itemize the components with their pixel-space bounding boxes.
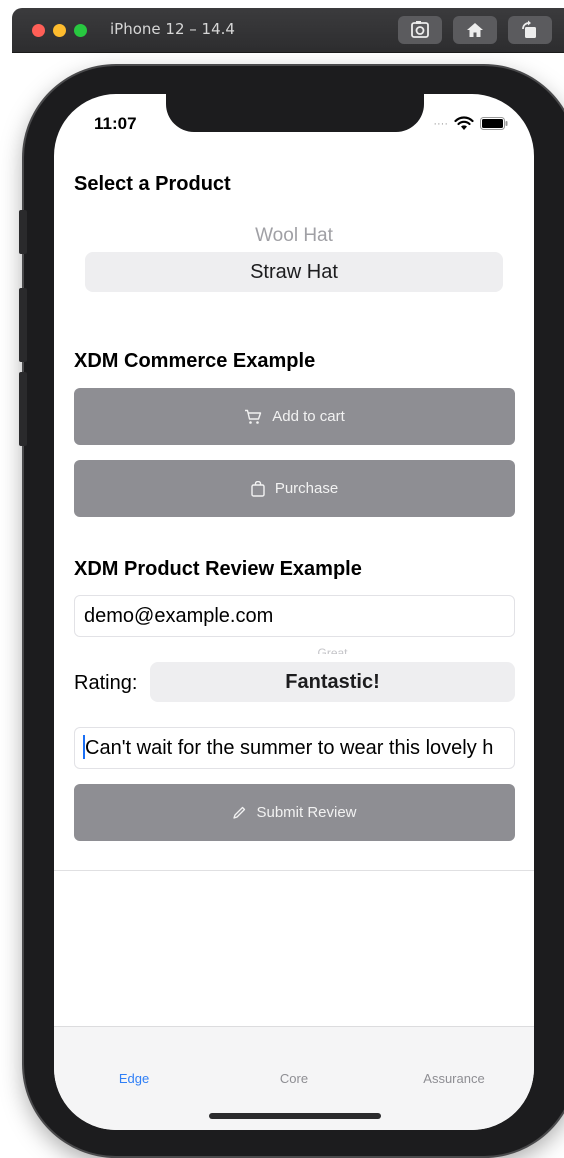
status-icons: ···· [433, 116, 508, 131]
volume-up-button [19, 288, 27, 362]
add-to-cart-label: Add to cart [272, 408, 345, 425]
submit-review-button[interactable]: Submit Review [74, 784, 515, 841]
simulator-title-bar: iPhone 12 – 14.4 [12, 8, 564, 52]
email-field-value: demo@example.com [84, 605, 274, 627]
product-picker-option[interactable]: Wool Hat [54, 225, 534, 247]
content-divider [54, 870, 534, 871]
add-to-cart-button[interactable]: Add to cart [74, 388, 515, 445]
battery-icon [480, 117, 508, 130]
select-product-title: Select a Product [74, 173, 231, 195]
device-notch [166, 94, 424, 132]
commerce-section-title: XDM Commerce Example [74, 350, 316, 372]
home-indicator[interactable] [209, 1113, 381, 1119]
zoom-window-button[interactable] [74, 24, 87, 37]
home-icon [467, 23, 483, 37]
bag-icon [251, 480, 265, 497]
product-picker-selected[interactable]: Straw Hat [85, 252, 503, 292]
tab-bar: Edge Core Assurance [54, 1026, 534, 1130]
rotate-icon [522, 20, 536, 38]
tab-assurance[interactable]: Assurance [374, 1071, 534, 1086]
close-window-button[interactable] [32, 24, 45, 37]
volume-down-button [19, 372, 27, 446]
email-field[interactable]: demo@example.com [74, 595, 515, 637]
review-section-title: XDM Product Review Example [74, 558, 362, 580]
screenshot-icon [411, 21, 429, 38]
status-time: 11:07 [94, 114, 137, 133]
pencil-icon [233, 806, 246, 819]
review-text-field[interactable]: Can't wait for the summer to wear this l… [74, 727, 515, 769]
screenshot-button[interactable] [398, 16, 442, 44]
submit-review-label: Submit Review [256, 804, 357, 821]
window-title: iPhone 12 – 14.4 [110, 20, 235, 38]
purchase-label: Purchase [274, 480, 339, 497]
minimize-window-button[interactable] [53, 24, 66, 37]
tab-edge[interactable]: Edge [54, 1071, 214, 1086]
purchase-button[interactable]: Purchase [74, 460, 515, 517]
rotate-button[interactable] [508, 16, 552, 44]
cart-icon [245, 409, 262, 424]
signal-dots-icon: ···· [433, 117, 448, 130]
tab-core[interactable]: Core [214, 1071, 374, 1086]
rating-label: Rating: [74, 672, 138, 694]
review-text-value: Can't wait for the summer to wear this l… [85, 737, 494, 759]
wifi-icon [454, 116, 474, 130]
rating-picker-selected[interactable]: Fantastic! [150, 662, 515, 702]
device-screen: 11:07 ···· Select a Product Wool Hat Str… [54, 94, 534, 1130]
mute-switch [19, 210, 27, 254]
home-button[interactable] [453, 16, 497, 44]
rating-picker-option[interactable]: Great [150, 646, 515, 654]
